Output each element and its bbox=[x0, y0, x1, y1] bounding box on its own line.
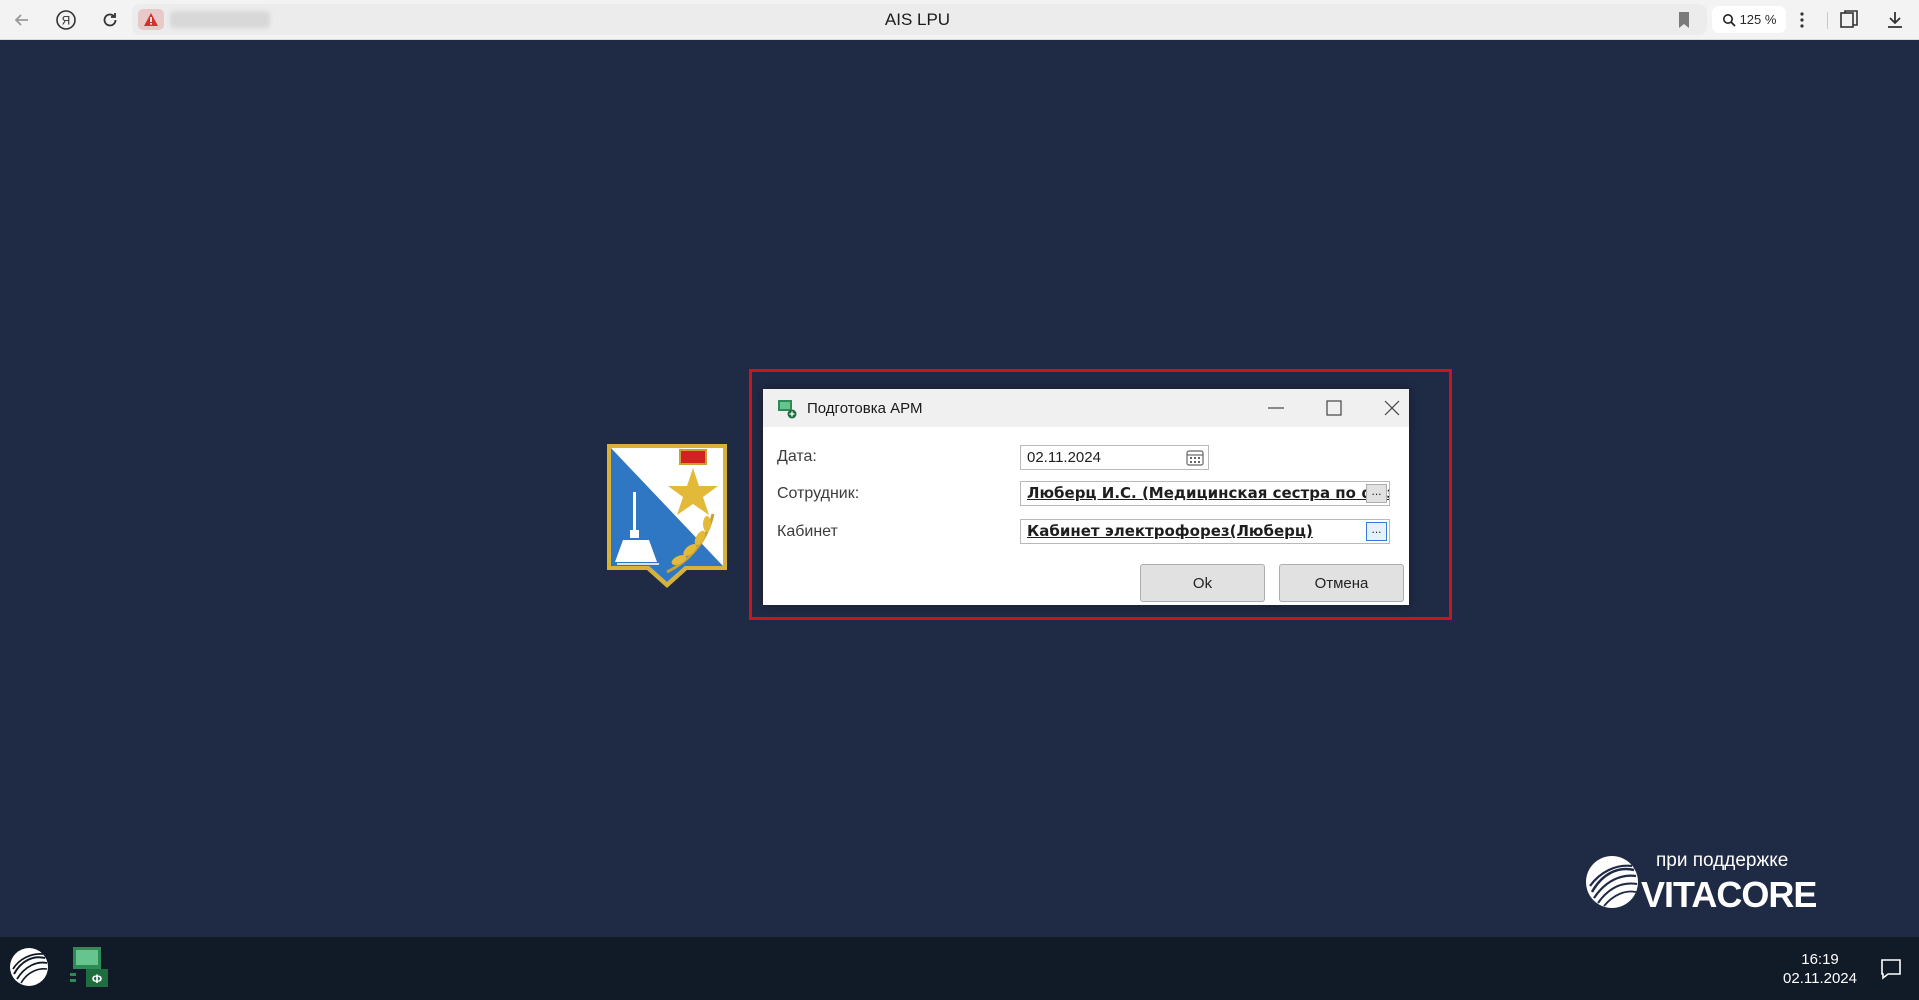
menu-icon[interactable] bbox=[1790, 8, 1814, 32]
zoom-indicator[interactable]: 125 % bbox=[1712, 6, 1786, 33]
svg-text:Ф: Ф bbox=[92, 972, 102, 986]
close-icon[interactable] bbox=[1379, 396, 1405, 420]
cabinet-field[interactable]: Кабинет электрофорез(Люберц) ... bbox=[1020, 519, 1390, 544]
sevastopol-coat-of-arms-icon bbox=[607, 444, 727, 588]
vitacore-logo-icon bbox=[1586, 856, 1638, 908]
employee-field[interactable]: Люберц И.С. (Медицинская сестра по физио… bbox=[1020, 481, 1390, 506]
browser-toolbar: Я AIS LPU 125 % bbox=[0, 0, 1919, 40]
minimize-icon[interactable] bbox=[1263, 396, 1289, 420]
ok-button[interactable]: Ok bbox=[1140, 564, 1265, 602]
app-icon bbox=[778, 400, 797, 419]
ais-app-taskbar-icon[interactable]: Ф bbox=[70, 945, 110, 989]
notification-icon[interactable] bbox=[1879, 957, 1903, 981]
zoom-icon bbox=[1722, 13, 1736, 27]
download-icon[interactable] bbox=[1883, 8, 1907, 32]
dialog-title: Подготовка АРМ bbox=[807, 400, 923, 417]
cabinet-select-button[interactable]: ... bbox=[1366, 522, 1387, 541]
page-title: AIS LPU bbox=[884, 10, 951, 29]
arm-setup-dialog: Подготовка АРМ Дата: 02.11.2024 Сотрудни… bbox=[763, 389, 1409, 605]
employee-select-button[interactable]: ... bbox=[1366, 484, 1387, 503]
zoom-level: 125 % bbox=[1739, 12, 1777, 27]
brand-name: VITACORE bbox=[1641, 874, 1817, 915]
brand-caption: при поддержке bbox=[1656, 850, 1789, 871]
vitacore-brand: при поддержке VITACORE bbox=[1584, 848, 1817, 915]
toolbar-divider bbox=[1827, 12, 1828, 29]
clock-date: 02.11.2024 bbox=[1783, 970, 1857, 987]
collections-icon[interactable] bbox=[1838, 8, 1862, 32]
cabinet-label: Кабинет bbox=[777, 523, 838, 540]
date-value: 02.11.2024 bbox=[1027, 449, 1101, 466]
date-label: Дата: bbox=[777, 448, 817, 465]
cabinet-value[interactable]: Кабинет электрофорез(Люберц) bbox=[1027, 522, 1313, 540]
cancel-button[interactable]: Отмена bbox=[1279, 564, 1404, 602]
taskbar: Ф 16:19 02.11.2024 bbox=[0, 937, 1919, 1000]
bookmark-icon[interactable] bbox=[1672, 8, 1696, 32]
maximize-icon[interactable] bbox=[1321, 396, 1347, 420]
system-clock[interactable]: 16:19 02.11.2024 bbox=[1783, 950, 1857, 988]
employee-value[interactable]: Люберц И.С. (Медицинская сестра по физио… bbox=[1027, 484, 1389, 502]
calendar-icon[interactable] bbox=[1186, 449, 1204, 466]
employee-label: Сотрудник: bbox=[777, 485, 860, 502]
dialog-titlebar[interactable]: Подготовка АРМ bbox=[763, 389, 1409, 427]
date-field[interactable]: 02.11.2024 bbox=[1020, 445, 1209, 470]
clock-time: 16:19 bbox=[1801, 951, 1839, 968]
start-menu-icon[interactable] bbox=[9, 947, 49, 987]
